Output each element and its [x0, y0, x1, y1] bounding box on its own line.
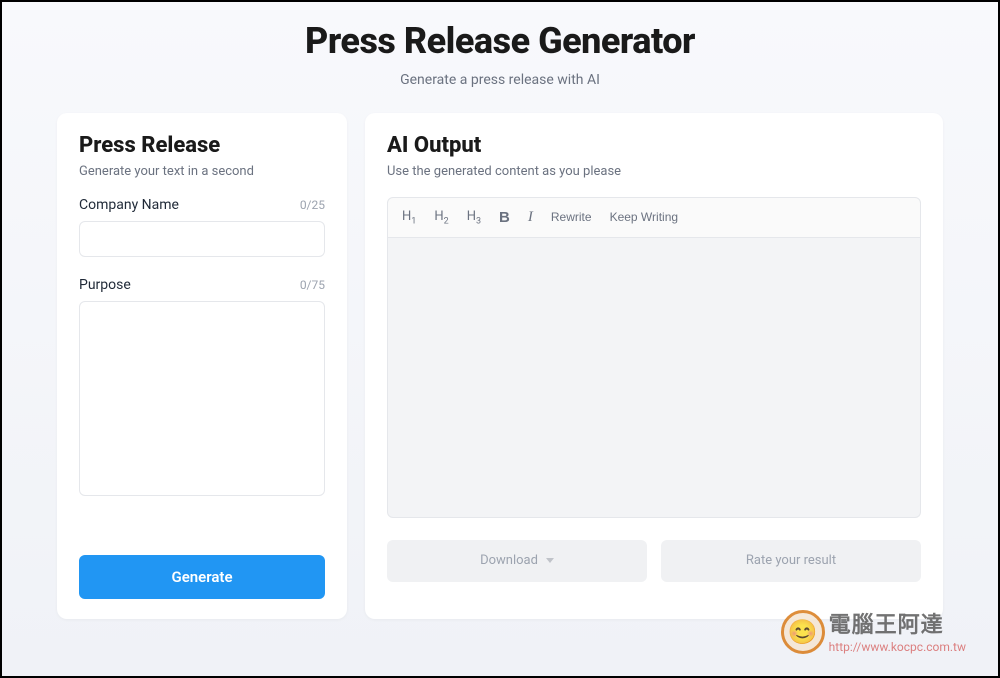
output-editor[interactable] [387, 238, 921, 518]
italic-button[interactable]: I [528, 209, 533, 226]
output-panel: AI Output Use the generated content as y… [365, 113, 943, 619]
output-panel-subtitle: Use the generated content as you please [387, 164, 921, 179]
input-panel-subtitle: Generate your text in a second [79, 164, 325, 179]
chevron-down-icon [546, 558, 554, 563]
rate-result-button[interactable]: Rate your result [661, 540, 921, 582]
page-subtitle: Generate a press release with AI [2, 72, 998, 88]
download-button-label: Download [480, 553, 538, 568]
rewrite-button[interactable]: Rewrite [551, 210, 592, 224]
rate-result-label: Rate your result [746, 553, 836, 568]
company-name-input[interactable] [79, 221, 325, 257]
h3-button[interactable]: H3 [467, 208, 481, 227]
keep-writing-button[interactable]: Keep Writing [610, 210, 678, 224]
output-panel-title: AI Output [387, 133, 921, 158]
download-button[interactable]: Download [387, 540, 647, 582]
editor-toolbar: H1 H2 H3 B I Rewrite Keep Writing [387, 197, 921, 238]
company-name-label: Company Name [79, 197, 179, 213]
purpose-count: 0/75 [300, 278, 325, 292]
input-panel-title: Press Release [79, 133, 325, 158]
generate-button[interactable]: Generate [79, 555, 325, 599]
purpose-input[interactable] [79, 301, 325, 496]
watermark-url: http://www.kocpc.com.tw [829, 640, 966, 654]
bold-button[interactable]: B [499, 209, 510, 226]
purpose-label: Purpose [79, 277, 131, 293]
h1-button[interactable]: H1 [402, 208, 416, 227]
page-title: Press Release Generator [2, 20, 998, 62]
input-panel: Press Release Generate your text in a se… [57, 113, 347, 619]
company-name-count: 0/25 [300, 198, 325, 212]
h2-button[interactable]: H2 [434, 208, 448, 227]
